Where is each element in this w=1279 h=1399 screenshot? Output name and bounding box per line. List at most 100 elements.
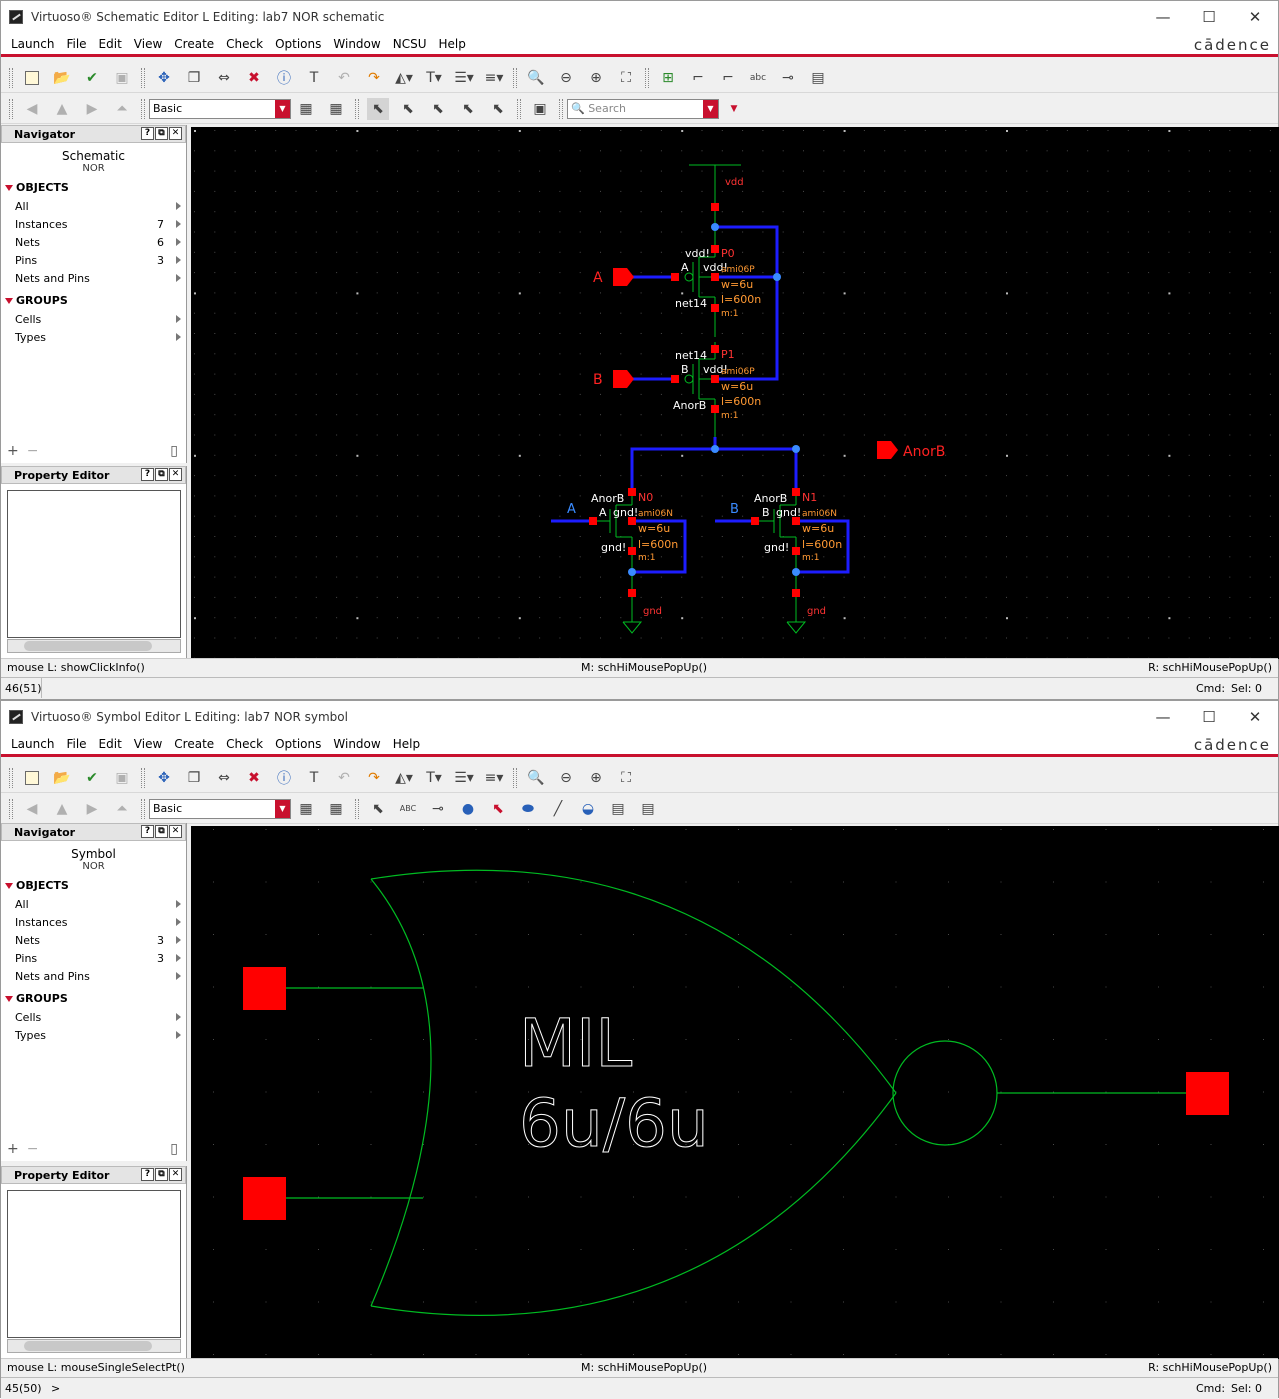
chevron-right-icon[interactable] <box>176 1031 181 1039</box>
panel-toggle-icon[interactable]: ▯ <box>170 443 178 459</box>
move-icon[interactable]: ✥ <box>153 67 175 89</box>
select-all-icon[interactable]: ⬉ <box>367 97 389 120</box>
top-icon[interactable]: ⏶ <box>111 98 133 120</box>
menu-file[interactable]: File <box>60 737 92 751</box>
horizontal-scrollbar[interactable] <box>7 639 181 653</box>
zoom-in-icon[interactable]: ⊕ <box>585 767 607 789</box>
search-options-icon[interactable]: ▼ <box>723 98 745 120</box>
back-icon[interactable]: ◀ <box>21 98 43 120</box>
symbol-icon[interactable]: ▤ <box>637 798 659 820</box>
select-mode-icon[interactable]: ◭▾ <box>393 67 415 89</box>
menu-window[interactable]: Window <box>327 737 386 751</box>
chevron-down-icon[interactable]: ▼ <box>275 799 290 818</box>
groups-section[interactable]: GROUPS <box>5 992 186 1005</box>
wire-icon[interactable]: ⌐ <box>687 67 709 89</box>
menu-file[interactable]: File <box>60 37 92 51</box>
chevron-right-icon[interactable] <box>176 954 181 962</box>
workspace-save-icon[interactable]: ▦ <box>295 98 317 120</box>
chevron-right-icon[interactable] <box>176 238 181 246</box>
menu-edit[interactable]: Edit <box>93 737 128 751</box>
menu-ncsu[interactable]: NCSU <box>387 37 433 51</box>
up-icon[interactable]: ▲ <box>51 98 73 120</box>
nav-item-types[interactable]: Types <box>1 328 186 346</box>
forward-icon[interactable]: ▶ <box>81 798 103 820</box>
menu-window[interactable]: Window <box>327 37 386 51</box>
horizontal-scrollbar[interactable] <box>7 1339 181 1353</box>
move-icon[interactable]: ✥ <box>153 767 175 789</box>
workspace-select[interactable]: Basic ▼ <box>149 98 291 119</box>
close-icon[interactable]: ✕ <box>169 825 182 838</box>
chevron-right-icon[interactable] <box>176 202 181 210</box>
workspace-select[interactable]: Basic ▼ <box>149 798 291 819</box>
line-icon[interactable]: ╱ <box>547 798 569 820</box>
nav-item-instances[interactable]: Instances 7 <box>1 215 186 233</box>
text-icon[interactable]: T▾ <box>423 67 445 89</box>
property-list[interactable] <box>7 1190 181 1338</box>
align-icon[interactable]: ☰▾ <box>453 767 475 789</box>
nor-gate-body[interactable] <box>286 869 1186 1316</box>
nav-item-pins[interactable]: Pins 3 <box>1 251 186 269</box>
chevron-right-icon[interactable] <box>176 220 181 228</box>
nav-item-cells[interactable]: Cells <box>1 1008 186 1026</box>
property-list[interactable] <box>7 490 181 638</box>
chevron-right-icon[interactable] <box>176 315 181 323</box>
minimize-button[interactable]: — <box>1140 1 1186 33</box>
objects-section[interactable]: OBJECTS <box>5 181 186 194</box>
add-icon[interactable]: + <box>7 443 19 459</box>
menu-options[interactable]: Options <box>269 737 327 751</box>
objects-section[interactable]: OBJECTS <box>5 879 186 892</box>
label-icon[interactable]: ABC <box>397 798 419 820</box>
select-line-icon[interactable]: ⬉ <box>427 98 449 120</box>
workspace-delete-icon[interactable]: ▦ <box>325 98 347 120</box>
wire-name-icon[interactable]: abc <box>747 67 769 89</box>
nav-item-instances[interactable]: Instances <box>1 913 186 931</box>
nav-item-nets[interactable]: Nets 3 <box>1 931 186 949</box>
add-icon[interactable]: + <box>7 1141 19 1157</box>
pin-icon[interactable]: ⊸ <box>427 798 449 820</box>
title-bar[interactable]: Virtuoso® Schematic Editor L Editing: la… <box>1 1 1278 33</box>
symbol-pin-a[interactable] <box>243 967 286 1010</box>
menu-check[interactable]: Check <box>220 37 269 51</box>
pin-b[interactable] <box>613 370 634 388</box>
new-icon[interactable] <box>21 67 43 89</box>
properties-icon[interactable]: ⓘ <box>273 67 295 89</box>
schematic-canvas[interactable]: vdd A B AnorB vdd! P0 A vdd! ami06P w=6u… <box>191 127 1279 659</box>
note-icon[interactable]: ▤ <box>607 798 629 820</box>
save-icon[interactable]: ▣ <box>111 767 133 789</box>
circle-icon[interactable]: ● <box>457 798 479 820</box>
workspace-save-icon[interactable]: ▦ <box>295 798 317 820</box>
nav-item-pins[interactable]: Pins 3 <box>1 949 186 967</box>
chevron-right-icon[interactable] <box>176 972 181 980</box>
menu-create[interactable]: Create <box>168 737 220 751</box>
menu-help[interactable]: Help <box>432 37 471 51</box>
menu-create[interactable]: Create <box>168 37 220 51</box>
chevron-right-icon[interactable] <box>176 333 181 341</box>
nav-item-nets-and-pins[interactable]: Nets and Pins <box>1 967 186 985</box>
help-icon[interactable]: ? <box>141 468 154 481</box>
zoom-icon[interactable]: 🔍 <box>525 67 547 89</box>
expand-triangle-icon[interactable] <box>5 184 13 191</box>
chevron-right-icon[interactable] <box>176 256 181 264</box>
search-input[interactable]: 🔍 Search ▼ <box>567 98 719 119</box>
chevron-right-icon[interactable] <box>176 918 181 926</box>
distribute-icon[interactable]: ≡▾ <box>483 767 505 789</box>
chevron-right-icon[interactable] <box>176 936 181 944</box>
copy-icon[interactable]: ❐ <box>183 767 205 789</box>
menu-view[interactable]: View <box>128 37 168 51</box>
pin-icon[interactable]: ⊸ <box>777 67 799 89</box>
symbol-pin-b[interactable] <box>243 1177 286 1220</box>
float-icon[interactable]: ⧉ <box>155 825 168 838</box>
help-icon[interactable]: ? <box>141 127 154 140</box>
toolbar-grip[interactable] <box>9 767 13 788</box>
distribute-icon[interactable]: ≡▾ <box>483 67 505 89</box>
command-input[interactable] <box>41 678 42 698</box>
new-icon[interactable] <box>21 767 43 789</box>
select-text-icon[interactable]: ⬉ <box>487 98 509 120</box>
close-icon[interactable]: ✕ <box>169 1168 182 1181</box>
float-icon[interactable]: ⧉ <box>155 468 168 481</box>
nav-item-types[interactable]: Types <box>1 1026 186 1044</box>
undo-icon[interactable]: ↶ <box>333 67 355 89</box>
close-icon[interactable]: ✕ <box>169 127 182 140</box>
select-icon[interactable]: ⬉ <box>367 798 389 820</box>
menu-view[interactable]: View <box>128 737 168 751</box>
